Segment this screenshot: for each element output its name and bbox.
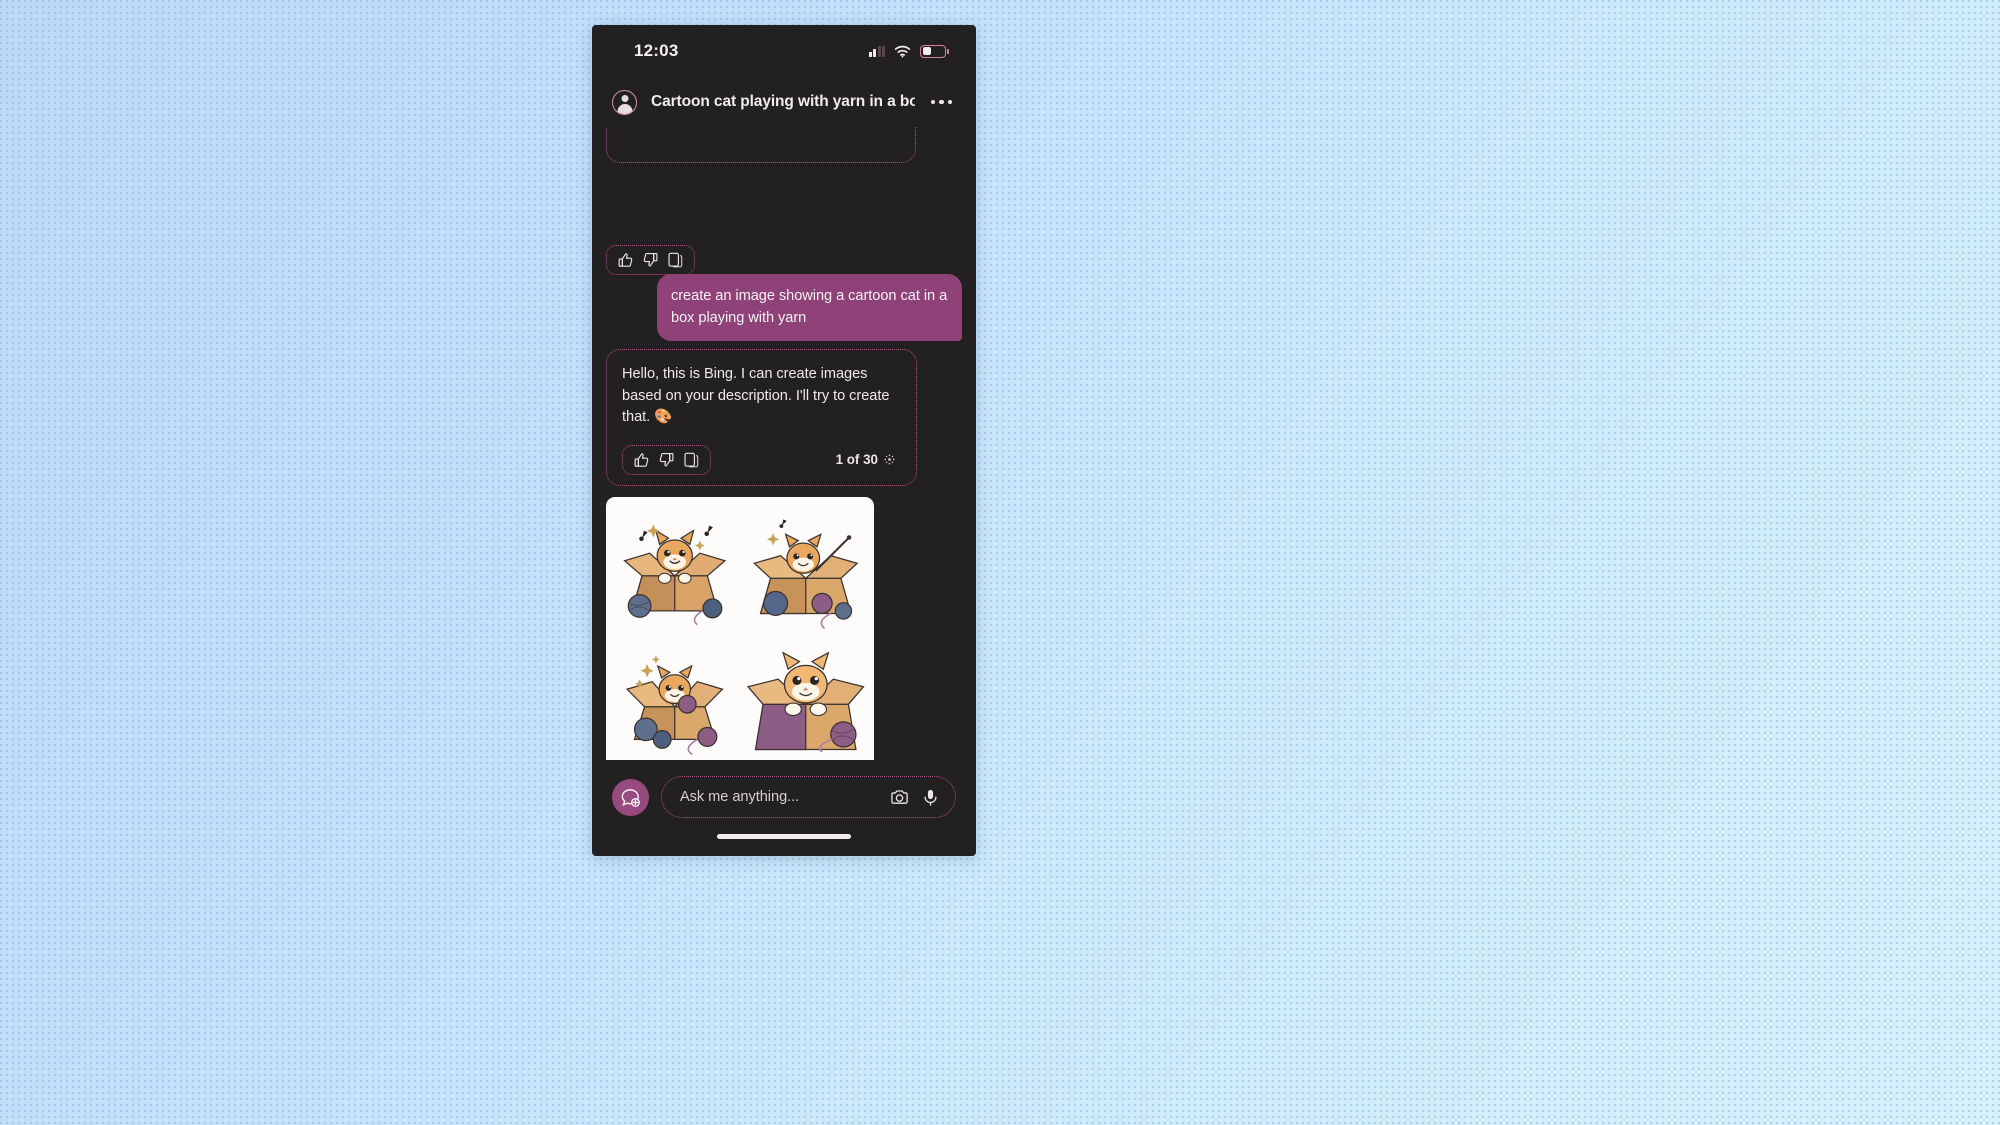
account-avatar-icon[interactable]: [612, 89, 637, 115]
generated-image-thumbnail[interactable]: [742, 633, 868, 759]
previous-message-actions[interactable]: [606, 245, 695, 275]
home-indicator-area: [592, 834, 976, 856]
generated-image-thumbnail[interactable]: [612, 503, 738, 629]
thumbs-down-icon[interactable]: [659, 452, 674, 468]
desktop-background: [0, 0, 2000, 1125]
image-card-caption: "A cartoon cat in a box playing with yar…: [612, 759, 868, 760]
image-results-card[interactable]: "A cartoon cat in a box playing with yar…: [606, 497, 874, 760]
home-indicator-bar[interactable]: [717, 834, 851, 839]
bot-message-footer: 1 of 30: [622, 444, 901, 475]
wifi-icon: [894, 45, 911, 58]
generated-image-thumbnail[interactable]: [742, 503, 868, 629]
user-message-bubble: create an image showing a cartoon cat in…: [657, 274, 962, 341]
copy-icon[interactable]: [668, 252, 683, 268]
image-thumbnail-grid: [612, 503, 868, 759]
bot-message-text: Hello, this is Bing. I can create images…: [622, 366, 890, 425]
response-counter-label: 1 of 30: [835, 452, 878, 467]
status-bar-clock: 12:03: [634, 41, 679, 60]
search-input-placeholder: Ask me anything...: [680, 789, 800, 805]
status-bar: 12:03: [592, 25, 976, 77]
message-composer: Ask me anything...: [592, 760, 976, 834]
generated-image-thumbnail[interactable]: [612, 633, 738, 759]
microphone-icon[interactable]: [921, 788, 940, 807]
new-chat-bubble-icon[interactable]: [612, 778, 649, 816]
thumbs-up-icon[interactable]: [618, 252, 633, 268]
copy-icon[interactable]: [684, 452, 699, 468]
phone-screen: 12:03 Cartoon cat playing with yarn in a…: [592, 25, 976, 856]
message-input-field[interactable]: Ask me anything...: [661, 776, 956, 818]
conversation-thread[interactable]: create an image showing a cartoon cat in…: [592, 127, 976, 760]
cellular-bars-icon: [868, 45, 885, 57]
bot-message-bubble: Hello, this is Bing. I can create images…: [606, 349, 917, 486]
status-bar-icons: [868, 44, 949, 58]
sparkle-icon: [884, 454, 895, 465]
thumbs-up-icon[interactable]: [634, 452, 649, 468]
response-counter: 1 of 30: [836, 452, 901, 467]
thumbs-down-icon[interactable]: [643, 252, 658, 268]
camera-icon[interactable]: [890, 788, 909, 807]
page-title: Cartoon cat playing with yarn in a box: [651, 93, 915, 110]
previous-message-bubble: [606, 127, 916, 163]
user-message-row: create an image showing a cartoon cat in…: [657, 274, 962, 341]
chat-header: Cartoon cat playing with yarn in a box: [592, 77, 976, 127]
more-options-icon[interactable]: [929, 94, 955, 111]
battery-low-icon: [920, 44, 949, 58]
bot-message-actions[interactable]: [622, 444, 711, 475]
